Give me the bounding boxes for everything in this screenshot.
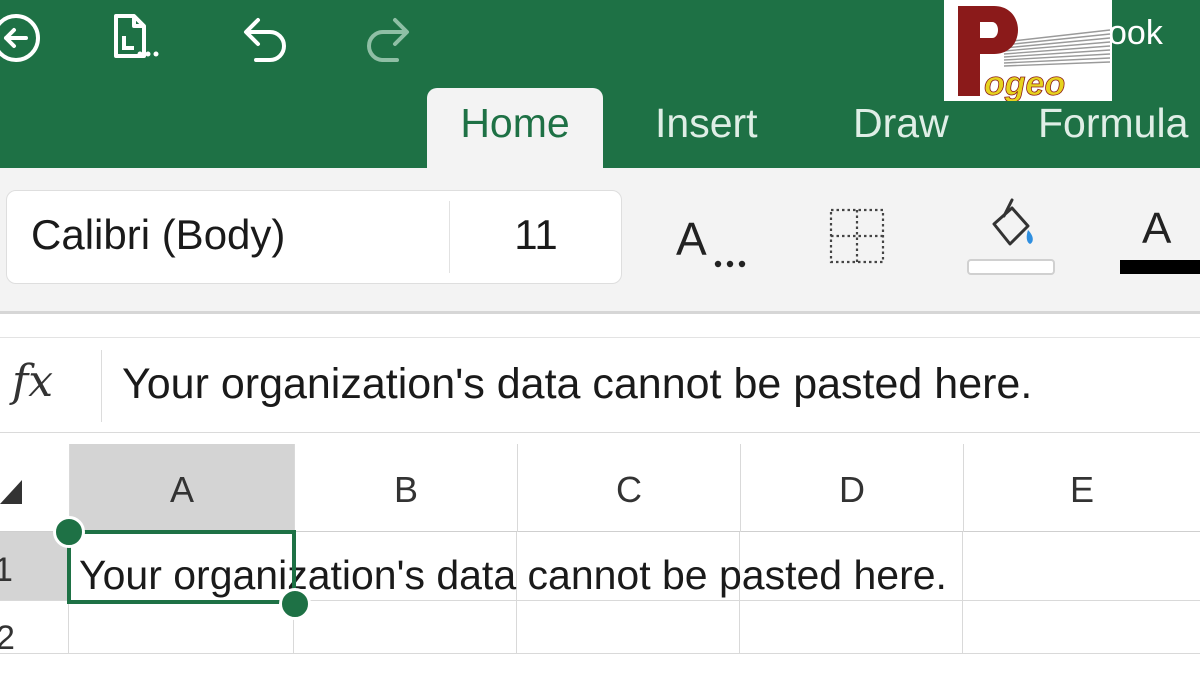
font-name-dropdown[interactable]: Calibri (Body) [31, 211, 285, 259]
cell-a1-value: Your organization's data cannot be paste… [79, 552, 947, 598]
cell-c2[interactable] [517, 601, 740, 653]
file-options-icon[interactable] [104, 6, 168, 70]
fill-color-button[interactable] [964, 198, 1056, 278]
row-number: 1 [0, 551, 13, 589]
table-row: 2 [0, 601, 1200, 654]
selection-handle-top-left[interactable] [53, 516, 85, 548]
tab-draw[interactable]: Draw [853, 100, 949, 147]
fx-icon[interactable]: fx [12, 356, 53, 407]
cell-b2[interactable] [294, 601, 517, 653]
cell-e1[interactable] [963, 532, 1200, 600]
cell-a2[interactable] [69, 601, 294, 653]
font-color-swatch [1120, 260, 1200, 274]
column-header-c[interactable]: C [517, 444, 740, 532]
redo-icon[interactable] [357, 6, 421, 70]
pogeo-logo: ogeo [944, 0, 1112, 101]
font-color-label: A [1142, 204, 1172, 253]
column-header-a[interactable]: A [69, 444, 294, 532]
tab-insert[interactable]: Insert [655, 100, 758, 147]
font-size-dropdown[interactable]: 11 [450, 211, 622, 259]
tab-formulas[interactable]: Formula [1038, 100, 1188, 147]
column-header-d[interactable]: D [740, 444, 963, 532]
font-color-button[interactable]: A [1116, 198, 1200, 280]
cell-e2[interactable] [963, 601, 1200, 653]
back-icon[interactable] [0, 6, 50, 70]
selection-handle-bottom-right[interactable] [279, 588, 311, 620]
tab-home[interactable]: Home [427, 88, 603, 168]
column-header-e[interactable]: E [963, 444, 1200, 532]
page-bottom [0, 654, 1200, 675]
column-header-b[interactable]: B [294, 444, 517, 532]
font-selector: Calibri (Body) 11 [6, 190, 622, 284]
column-header-row: A B C D E [0, 444, 1200, 532]
paint-bucket-icon [967, 198, 1055, 275]
formula-input[interactable]: Your organization's data cannot be paste… [122, 360, 1032, 409]
borders-icon[interactable] [827, 206, 887, 266]
spreadsheet-grid: A B C D E 1 2 Your organization's data c… [0, 444, 1200, 654]
cell-d2[interactable] [740, 601, 963, 653]
formula-bar: fx Your organization's data cannot be pa… [0, 337, 1200, 433]
font-style-button[interactable]: A [672, 212, 748, 276]
undo-icon[interactable] [232, 6, 296, 70]
select-all-triangle-icon[interactable] [0, 474, 24, 504]
formula-divider [101, 350, 102, 422]
row-number: 2 [0, 619, 15, 654]
svg-text:ogeo: ogeo [984, 65, 1065, 101]
document-title: ook [1108, 14, 1163, 52]
row-header-2[interactable]: 2 [0, 601, 69, 654]
font-style-label: A [676, 213, 707, 265]
more-dots-icon [714, 260, 746, 268]
